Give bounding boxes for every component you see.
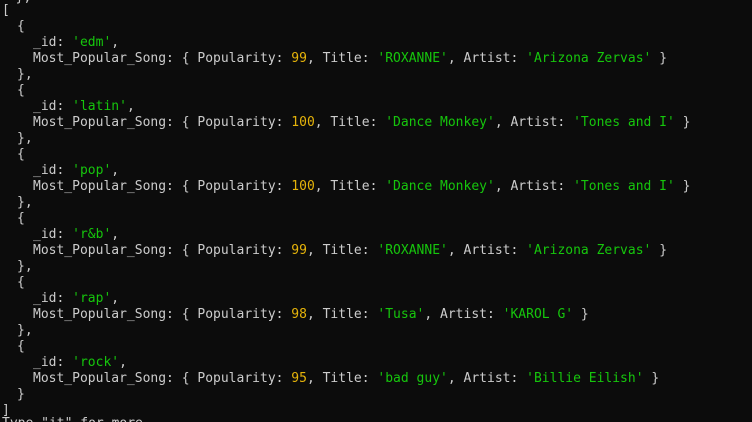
id-value: 'latin' [72,99,127,114]
popularity-key: Popularity: [197,307,292,322]
id-key: _id: [33,227,73,242]
title-key: , Title: [314,115,386,130]
song-key: Most_Popular_Song: { [33,371,198,386]
popularity-key: Popularity: [197,371,292,386]
record-close-brace: }, [17,131,33,146]
song-close-brace: } [573,307,589,322]
record-id-line: _id: 'edm', [33,35,119,51]
title-value: 'ROXANNE' [377,243,448,258]
record-open-brace: { [17,83,25,98]
record-id-line: _id: 'latin', [33,99,135,115]
record-song-line: Most_Popular_Song: { Popularity: 100, Ti… [33,115,691,131]
song-key: Most_Popular_Song: { [33,307,198,322]
song-key: Most_Popular_Song: { [33,243,198,258]
popularity-value: 100 [291,179,315,194]
comma: , [111,227,120,242]
song-close-brace: } [651,51,668,66]
popularity-key: Popularity: [197,243,292,258]
artist-key: , Artist: [424,307,503,322]
comma: , [119,355,127,370]
song-key: Most_Popular_Song: { [33,115,198,130]
song-close-brace: } [643,371,660,386]
id-value: 'r&b' [72,227,112,242]
record-id-line: _id: 'pop', [33,163,119,179]
comma: , [111,35,120,50]
title-key: , Title: [306,243,378,258]
artist-value: 'KAROL G' [502,307,574,322]
comma: , [111,291,120,306]
record-id-line: _id: 'r&b', [33,227,119,243]
id-value: 'pop' [72,163,112,178]
record-id-line: _id: 'rap', [33,291,119,307]
record-close-brace: }, [17,67,33,82]
popularity-value: 95 [291,371,307,386]
record-id-line: _id: 'rock', [33,355,127,371]
title-key: , Title: [306,307,378,322]
song-key: Most_Popular_Song: { [33,51,198,66]
id-key: _id: [33,163,73,178]
artist-key: , Artist: [494,179,574,194]
record-close-brace: }, [17,323,33,338]
title-key: , Title: [306,371,378,386]
record-open-brace: { [17,211,25,226]
record-close-brace: }, [17,259,33,274]
record-song-line: Most_Popular_Song: { Popularity: 95, Tit… [33,371,659,387]
popularity-key: Popularity: [197,51,292,66]
record-close-brace: } [17,387,25,402]
popularity-value: 99 [291,243,307,258]
popularity-key: Popularity: [197,115,292,130]
artist-value: 'Arizona Zervas' [526,51,652,66]
title-value: 'bad guy' [377,371,448,386]
next-line-partial: Type "it" for more [2,416,143,422]
record-open-brace: { [17,19,25,34]
artist-key: , Artist: [447,243,527,258]
title-key: , Title: [314,179,386,194]
artist-key: , Artist: [447,51,527,66]
comma: , [126,99,135,114]
song-close-brace: } [651,243,668,258]
popularity-value: 98 [291,307,307,322]
artist-key: , Artist: [494,115,574,130]
song-close-brace: } [674,179,691,194]
title-value: 'Dance Monkey' [385,115,495,130]
id-key: _id: [33,99,73,114]
record-close-brace: }, [17,195,33,210]
artist-value: 'Billie Eilish' [526,371,644,386]
title-key: , Title: [306,51,378,66]
song-close-brace: } [674,115,691,130]
artist-value: 'Arizona Zervas' [526,243,652,258]
id-key: _id: [33,35,73,50]
artist-key: , Artist: [447,371,527,386]
song-key: Most_Popular_Song: { [33,179,198,194]
popularity-key: Popularity: [197,179,292,194]
record-song-line: Most_Popular_Song: { Popularity: 99, Tit… [33,51,667,67]
comma: , [111,163,120,178]
record-song-line: Most_Popular_Song: { Popularity: 98, Tit… [33,307,589,323]
id-key: _id: [33,291,73,306]
terminal-output: }, [ { _id: 'edm', Most_Popular_Song: { … [0,0,752,422]
record-song-line: Most_Popular_Song: { Popularity: 99, Tit… [33,243,667,259]
popularity-value: 100 [291,115,315,130]
array-open-bracket: [ [2,3,10,18]
id-value: 'edm' [72,35,112,50]
artist-value: 'Tones and I' [573,179,675,194]
title-value: 'Dance Monkey' [385,179,495,194]
record-open-brace: { [17,147,25,162]
id-value: 'rap' [72,291,112,306]
id-key: _id: [33,355,73,370]
record-open-brace: { [17,339,25,354]
popularity-value: 99 [291,51,307,66]
record-open-brace: { [17,275,25,290]
id-value: 'rock' [72,355,120,370]
title-value: 'ROXANNE' [377,51,448,66]
record-song-line: Most_Popular_Song: { Popularity: 100, Ti… [33,179,691,195]
title-value: 'Tusa' [377,307,425,322]
artist-value: 'Tones and I' [573,115,675,130]
